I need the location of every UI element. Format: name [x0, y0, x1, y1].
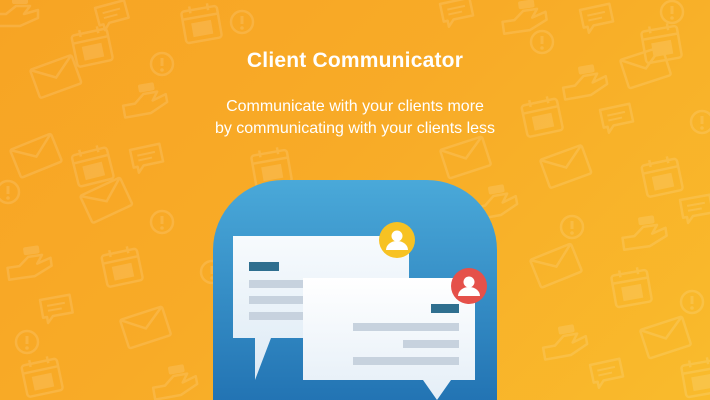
banner-subtitle-line-1: Communicate with your clients more: [226, 98, 484, 115]
message-line: [353, 357, 459, 365]
app-icon: [213, 180, 497, 400]
message-accent-bar: [431, 304, 459, 313]
message-line: [249, 312, 307, 320]
message-line: [353, 323, 459, 331]
banner-subtitle-line-2: by communicating with your clients less: [214, 120, 496, 137]
user-avatar-icon: [379, 222, 415, 258]
user-avatar-icon: [451, 268, 487, 304]
message-line: [403, 340, 459, 348]
banner-title: Client Communicator: [246, 49, 464, 72]
message-accent-bar: [249, 262, 279, 271]
promo-banner: Client Communicator Communicate with you…: [0, 0, 710, 400]
banner-subtitle: Communicate with your clients more by co…: [0, 96, 710, 140]
